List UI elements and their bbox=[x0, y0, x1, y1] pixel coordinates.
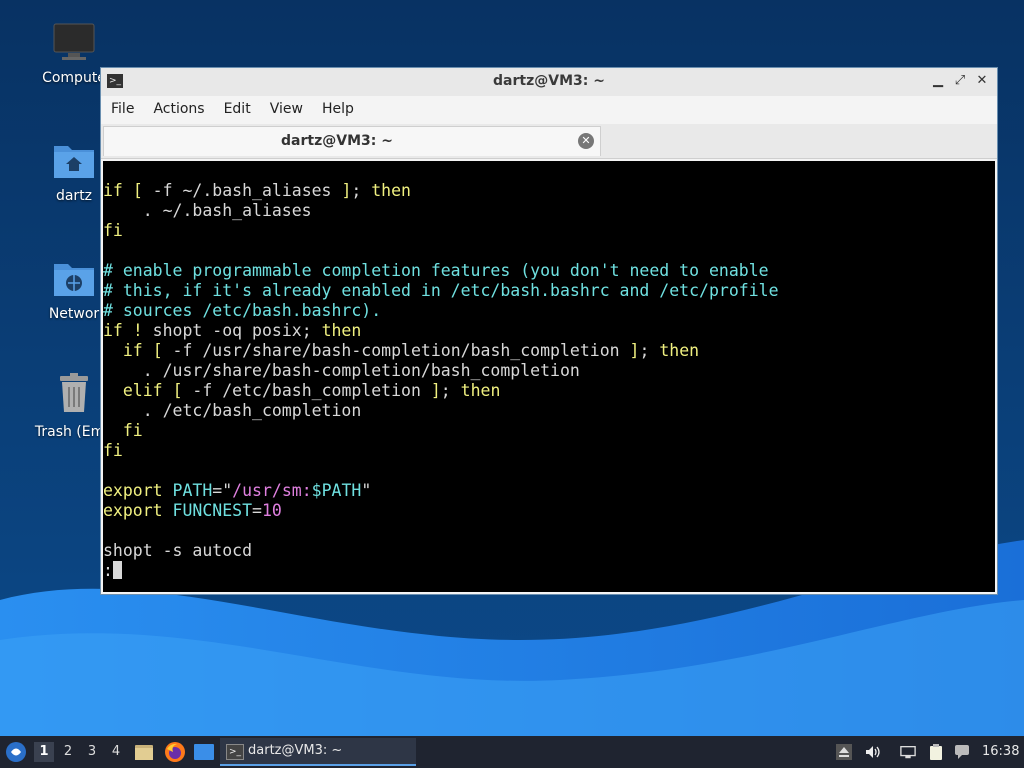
trash-icon bbox=[60, 373, 88, 412]
terminal-window[interactable]: >_ dartz@VM3: ~ ▁ ⤢ ✕ File Actions Edit Vie… bbox=[100, 67, 998, 595]
firefox-icon[interactable] bbox=[164, 741, 186, 763]
window-titlebar[interactable]: >_ dartz@VM3: ~ ▁ ⤢ ✕ bbox=[101, 68, 997, 96]
taskbar-task-label: dartz@VM3: ~ bbox=[248, 743, 343, 758]
text-cursor bbox=[112, 561, 122, 579]
workspace-1[interactable]: 1 bbox=[34, 742, 54, 762]
tab-bar: dartz@VM3: ~ ✕ bbox=[101, 124, 997, 159]
tab-label: dartz@VM3: ~ bbox=[281, 133, 393, 149]
terminal-output: if [ -f ~/.bash_aliases ]; then . ~/.bas… bbox=[103, 181, 779, 580]
eject-icon[interactable] bbox=[836, 744, 852, 760]
monitor-icon bbox=[53, 23, 95, 60]
menu-actions[interactable]: Actions bbox=[143, 96, 213, 117]
notifications-icon[interactable] bbox=[954, 744, 970, 760]
window-title: dartz@VM3: ~ bbox=[493, 73, 605, 89]
tab-close-icon[interactable]: ✕ bbox=[578, 133, 594, 149]
terminal-icon: >_ bbox=[226, 744, 244, 760]
start-menu-icon[interactable] bbox=[5, 741, 27, 763]
menu-view[interactable]: View bbox=[260, 96, 312, 117]
file-manager-icon[interactable] bbox=[134, 742, 154, 762]
clock[interactable]: 16:38 bbox=[982, 736, 1019, 768]
workspace-2[interactable]: 2 bbox=[58, 742, 78, 762]
clipboard-icon[interactable] bbox=[928, 744, 944, 760]
workspace-3[interactable]: 3 bbox=[82, 742, 102, 762]
menu-file[interactable]: File bbox=[101, 96, 143, 117]
menu-bar: File Actions Edit View Help bbox=[101, 96, 997, 124]
desktop-show-icon[interactable] bbox=[193, 743, 215, 761]
terminal-tab[interactable]: dartz@VM3: ~ ✕ bbox=[103, 126, 601, 156]
taskbar: 1 2 3 4 >_ dartz@VM3: ~ 16:38 bbox=[0, 736, 1024, 768]
volume-icon[interactable] bbox=[864, 744, 880, 760]
workspace-4[interactable]: 4 bbox=[106, 742, 126, 762]
home-folder-icon bbox=[54, 146, 94, 178]
network-folder-icon bbox=[54, 264, 94, 296]
minimize-button[interactable]: ▁ bbox=[929, 72, 947, 90]
taskbar-terminal-button[interactable]: >_ dartz@VM3: ~ bbox=[220, 738, 416, 766]
close-button[interactable]: ✕ bbox=[973, 72, 991, 90]
maximize-button[interactable]: ⤢ bbox=[951, 72, 969, 90]
terminal-screen[interactable]: if [ -f ~/.bash_aliases ]; then . ~/.bas… bbox=[103, 161, 995, 592]
menu-help[interactable]: Help bbox=[312, 96, 363, 117]
network-wired-icon[interactable] bbox=[900, 744, 916, 760]
menu-edit[interactable]: Edit bbox=[214, 96, 260, 117]
